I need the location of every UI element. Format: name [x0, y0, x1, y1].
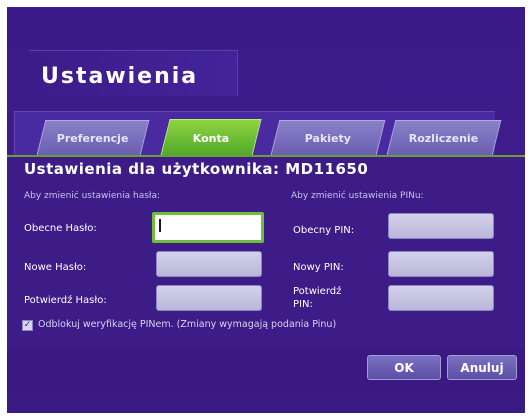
new-pin-label: Nowy PIN: — [293, 262, 344, 273]
new-password-label: Nowe Hasło: — [24, 262, 87, 273]
cancel-button[interactable]: Anuluj — [447, 355, 517, 380]
confirm-pin-field[interactable] — [388, 285, 494, 311]
new-password-field[interactable] — [156, 251, 262, 277]
text-caret — [159, 219, 161, 232]
current-password-label: Obecne Hasło: — [24, 223, 97, 234]
ok-button[interactable]: OK — [367, 355, 441, 380]
confirm-password-label: Potwierdź Hasło: — [24, 295, 107, 306]
panel-layer: Ustawienia dla użytkownika: MD11650 Aby … — [7, 7, 525, 413]
current-pin-field[interactable] — [388, 213, 494, 239]
current-pin-label: Obecny PIN: — [293, 225, 355, 236]
pin-verification-checkbox[interactable]: ✓ — [22, 320, 33, 331]
password-section-label: Aby zmienić ustawienia hasła: — [24, 191, 161, 201]
new-pin-field[interactable] — [388, 251, 494, 277]
current-password-field[interactable] — [152, 212, 264, 243]
pin-section-label: Aby zmienić ustawienia PINu: — [291, 191, 424, 201]
pin-verification-label: Odblokuj weryfikację PINem. (Zmiany wyma… — [38, 319, 337, 330]
confirm-pin-label: Potwierdź PIN: — [293, 286, 342, 310]
confirm-password-field[interactable] — [156, 285, 262, 311]
panel-heading: Ustawienia dla użytkownika: MD11650 — [24, 160, 369, 178]
